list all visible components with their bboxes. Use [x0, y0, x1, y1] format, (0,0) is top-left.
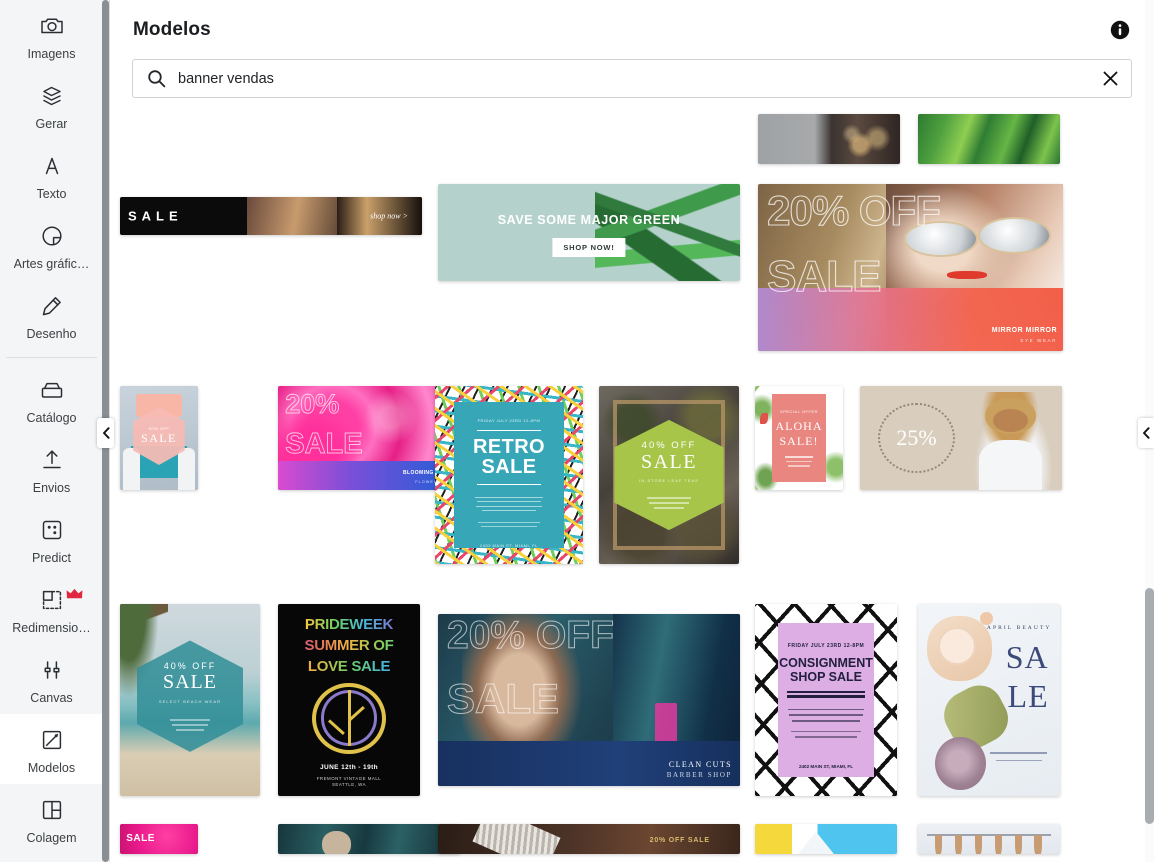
- sidebar-item-colagem[interactable]: Colagem: [0, 784, 103, 854]
- template-beach-40off[interactable]: 40% OFF SALE SELECT BEACH WEAR: [120, 604, 260, 796]
- text-icon: [37, 151, 67, 181]
- sidebar-item-label: Modelos: [27, 761, 76, 775]
- sidebar-item-canvas[interactable]: Canvas: [0, 644, 103, 714]
- app-root: Imagens Gerar Texto Artes gráfic… Desenho Cat…: [0, 0, 1154, 862]
- search-area: [110, 59, 1154, 98]
- template-brick-shop[interactable]: [758, 114, 900, 164]
- sidebar-item-desenho[interactable]: Desenho: [0, 280, 103, 350]
- sidebar-item-label: Canvas: [30, 691, 73, 705]
- sidebar-item-cat-logo[interactable]: Catálogo: [0, 364, 103, 434]
- template-aloha-sale[interactable]: SPECIAL OFFER ALOHA SALE!: [755, 386, 843, 490]
- sidebar-item-label: Redimensio…: [12, 621, 91, 635]
- sidebar-item-imagens[interactable]: Imagens: [0, 0, 103, 70]
- template-teal-portrait[interactable]: [278, 824, 460, 854]
- left-sidebar: Imagens Gerar Texto Artes gráfic… Desenho Cat…: [0, 0, 110, 862]
- search-input[interactable]: [178, 70, 1101, 87]
- crown-icon: [66, 587, 83, 599]
- search-icon: [147, 69, 166, 88]
- results-scrollbar-thumb[interactable]: [1145, 588, 1154, 824]
- sidebar-item-label: Texto: [36, 187, 67, 201]
- info-icon[interactable]: [1108, 18, 1132, 42]
- template-pink-sale-card[interactable]: 50% OFF SALE: [120, 386, 198, 490]
- template-blooming-roses[interactable]: 20% SALE BLOOMING ROSES FLOWER SHOP: [278, 386, 460, 490]
- template-barber-20off[interactable]: 20% OFF SALE CLEAN CUTS BARBER SHOP: [438, 614, 740, 786]
- collage-icon: [37, 795, 67, 825]
- template-prideweek[interactable]: PRIDEWEEK SUMMER OF LOVE SALE JUNE 12th …: [278, 604, 420, 796]
- template-retro-sale[interactable]: FRIDAY JULY 23RD 12-8PM RETRO SALE 2402 …: [435, 386, 583, 564]
- template-sale-shop-now[interactable]: SALE shop now >: [120, 197, 422, 235]
- resize-icon: [37, 585, 67, 615]
- template-consignment-shop[interactable]: FRIDAY JULY 23RD 12-8PM CONSIGNMENT SHOP…: [755, 604, 897, 796]
- crown-icon: [66, 588, 83, 599]
- sidebar-item-label: Predict: [32, 551, 71, 565]
- upload-icon: [37, 445, 67, 475]
- page-title: Modelos: [133, 18, 211, 40]
- sidebar-item-label: Envios: [32, 481, 71, 495]
- sidebar-item-list: Imagens Gerar Texto Artes gráfic… Desenho Cat…: [0, 0, 109, 862]
- templates-icon: [37, 725, 67, 755]
- templates-results-grid: SALE shop now > SAVE SOME MAJOR GREEN SH…: [110, 112, 1154, 862]
- camera-icon: [37, 11, 67, 41]
- sidebar-item-label: Desenho: [26, 327, 77, 341]
- chevron-left-icon: [1143, 427, 1150, 439]
- template-mirror-mirror-20off[interactable]: 20% OFF SALE MIRROR MIRROR EYE WEAR: [758, 184, 1063, 351]
- generate-icon: [37, 81, 67, 111]
- template-pink-sale-bottom[interactable]: SALE: [120, 824, 198, 854]
- predict-icon: [37, 515, 67, 545]
- sidebar-item-label: Gerar: [35, 117, 68, 131]
- sidebar-item-label: Colagem: [26, 831, 77, 845]
- template-april-beauty-sale[interactable]: APRIL BEAUTY SA LE: [918, 604, 1060, 796]
- canvas-icon: [37, 655, 67, 685]
- chevron-left-icon: [102, 427, 110, 439]
- sidebar-item-texto[interactable]: Texto: [0, 140, 103, 210]
- template-yellow-blue-abstract[interactable]: [755, 824, 897, 854]
- sidebar-item-label: Catálogo: [26, 411, 77, 425]
- panel-collapse-button[interactable]: [1138, 418, 1154, 448]
- sidebar-item-envios[interactable]: Envios: [0, 434, 103, 504]
- pencil-icon: [37, 291, 67, 321]
- sidebar-item-artes-gr-fic[interactable]: Artes gráfic…: [0, 210, 103, 280]
- template-save-major-green[interactable]: SAVE SOME MAJOR GREEN SHOP NOW!: [438, 184, 740, 281]
- sidebar-item-modelos[interactable]: Modelos: [0, 714, 103, 784]
- sidebar-item-redimensio[interactable]: Redimensio…: [0, 574, 103, 644]
- templates-panel: Modelos banner vendas SALE shop now > SA…: [110, 0, 1154, 862]
- template-20-off-sale-dark[interactable]: 20% OFF SALE: [438, 824, 740, 854]
- catalog-icon: [37, 375, 67, 405]
- sidebar-item-predict[interactable]: Predict: [0, 504, 103, 574]
- panel-header: Modelos: [110, 0, 1154, 59]
- template-40-off-herbs[interactable]: 40% OFF SALE IN-STORE LEAF TEAS: [599, 386, 739, 564]
- sidebar-item-label: Imagens: [27, 47, 76, 61]
- template-hanging-tassels[interactable]: [918, 824, 1060, 854]
- sidebar-collapse-button[interactable]: [97, 418, 114, 448]
- sticker-icon: [37, 221, 67, 251]
- template-25-percent[interactable]: 25%: [860, 386, 1062, 490]
- sidebar-item-label: Artes gráfic…: [13, 257, 90, 271]
- clear-search-button[interactable]: [1101, 70, 1119, 88]
- sidebar-divider: [6, 357, 97, 358]
- sidebar-item-gerar[interactable]: Gerar: [0, 70, 103, 140]
- template-green-leaves[interactable]: [918, 114, 1060, 164]
- search-box[interactable]: [132, 59, 1132, 98]
